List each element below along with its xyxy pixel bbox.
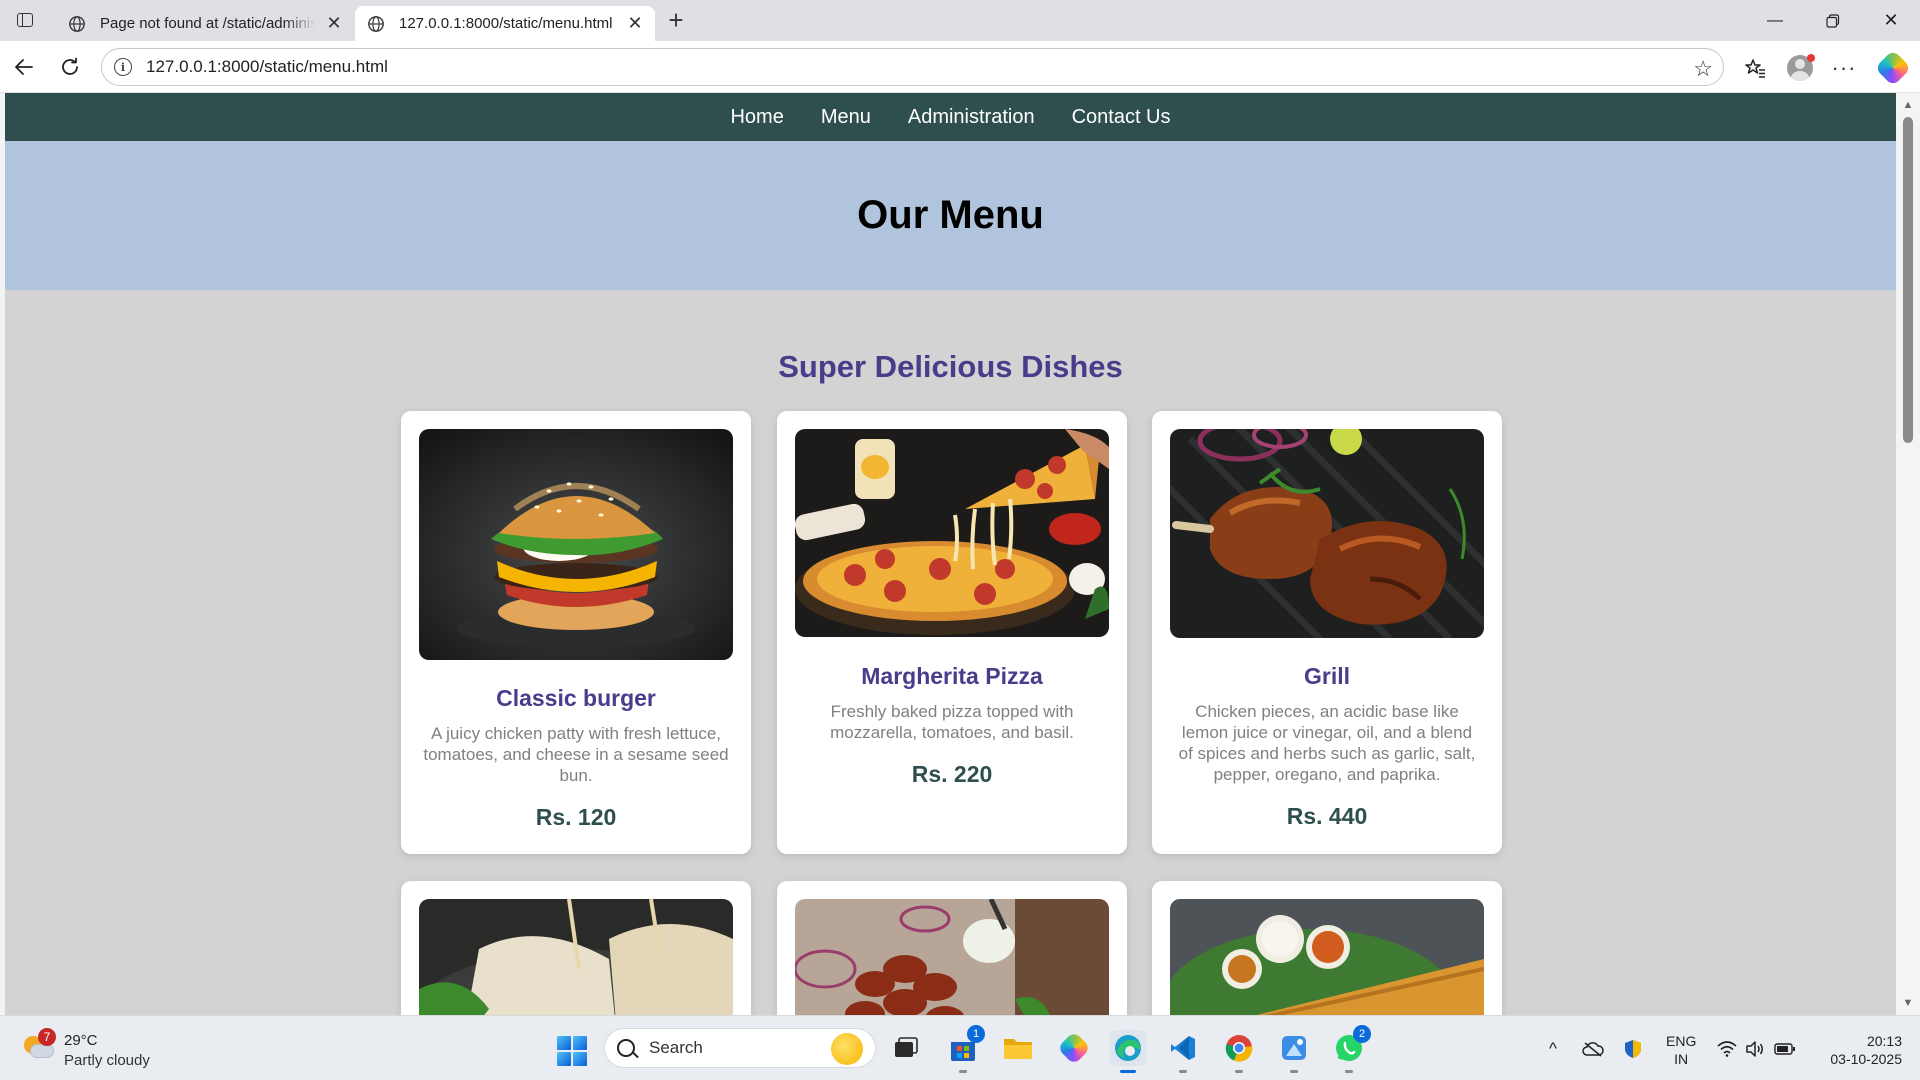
chrome-icon[interactable]: [1221, 1030, 1257, 1073]
clock-time: 20:13: [1866, 1033, 1902, 1049]
section-title: Super Delicious Dishes: [778, 349, 1123, 384]
weather-temperature: 29°C: [64, 1032, 98, 1049]
system-clock[interactable]: 20:13 03-10-2025: [1812, 1032, 1902, 1068]
restore-icon: [1826, 13, 1840, 28]
windows-taskbar: 7 29°C Partly cloudy Search 1 2 ^ ENG IN…: [0, 1015, 1920, 1080]
tab-bar: Page not found at /static/administration…: [0, 0, 1920, 41]
edge-browser-icon[interactable]: [1110, 1030, 1146, 1073]
site-navbar: Home Menu Administration Contact Us: [5, 93, 1896, 141]
nav-link-administration[interactable]: Administration: [908, 106, 1035, 129]
vscode-icon[interactable]: [1165, 1030, 1201, 1073]
clock-date: 03-10-2025: [1830, 1051, 1902, 1067]
page-title: Our Menu: [857, 193, 1044, 237]
scroll-up-icon[interactable]: ▲: [1902, 99, 1914, 111]
file-explorer-icon[interactable]: [1000, 1030, 1036, 1066]
dish-card-burger: Classic burger A juicy chicken patty wit…: [401, 411, 751, 854]
dish-description: Freshly baked pizza topped with mozzarel…: [830, 702, 1074, 742]
address-bar[interactable]: i 127.0.0.1:8000/static/menu.html ☆: [101, 48, 1724, 86]
tab-title: 127.0.0.1:8000/static/menu.html: [399, 15, 613, 32]
whatsapp-badge: 2: [1353, 1025, 1371, 1043]
dish-description: A juicy chicken patty with fresh lettuce…: [423, 724, 729, 785]
scroll-down-icon[interactable]: ▼: [1902, 997, 1914, 1009]
dish-price: Rs. 440: [1286, 803, 1368, 829]
taskbar-search[interactable]: Search: [604, 1028, 876, 1068]
start-button[interactable]: [557, 1036, 587, 1066]
search-placeholder: Search: [649, 1038, 703, 1057]
minimize-button[interactable]: —: [1747, 0, 1803, 41]
new-tab-button[interactable]: +: [662, 5, 690, 35]
dish-name: Grill: [1303, 663, 1350, 689]
reload-icon: [62, 57, 78, 75]
tab-page-not-found[interactable]: Page not found at /static/administration…: [56, 6, 354, 41]
globe-icon: [69, 15, 85, 32]
reload-button[interactable]: [54, 51, 86, 83]
pizza-photo: [795, 429, 1109, 637]
copilot-icon: [1874, 49, 1912, 87]
page-viewport: Home Menu Administration Contact Us Our …: [5, 93, 1896, 1015]
sidebar-toggle-icon[interactable]: [12, 9, 38, 31]
tab-menu[interactable]: 127.0.0.1:8000/static/menu.html ✕: [355, 6, 655, 41]
close-tab-icon[interactable]: ✕: [324, 13, 344, 34]
store-icon[interactable]: 1: [945, 1025, 985, 1073]
dish-card-pizza: Margherita Pizza Freshly baked pizza top…: [777, 411, 1127, 854]
burger-photo: [419, 429, 733, 660]
onedrive-cloud-icon[interactable]: [1582, 1038, 1604, 1060]
dish-name: Classic burger: [496, 685, 656, 711]
dish-card: [1152, 881, 1502, 1015]
scroll-thumb[interactable]: [1903, 117, 1913, 443]
dish-card: [401, 881, 751, 1015]
task-view-icon[interactable]: [888, 1030, 924, 1066]
dish-price: Rs. 120: [535, 804, 617, 830]
nav-link-home[interactable]: Home: [730, 106, 783, 129]
close-window-button[interactable]: ✕: [1863, 0, 1919, 41]
show-hidden-icons-chevron-up-icon[interactable]: ^: [1542, 1038, 1564, 1060]
dish-description: Chicken pieces, an acidic base like lemo…: [1178, 702, 1476, 784]
wifi-icon[interactable]: [1716, 1038, 1738, 1060]
url-text: 127.0.0.1:8000/static/menu.html: [146, 57, 388, 76]
kebab-photo: [795, 899, 1109, 1015]
weather-badge: 7: [38, 1028, 56, 1046]
copilot-button[interactable]: [1874, 49, 1912, 87]
tab-title: Page not found at /static/administration…: [100, 15, 316, 32]
copilot-app-icon[interactable]: [1056, 1030, 1092, 1066]
dish-card-grill: Grill Chicken pieces, an acidic base lik…: [1152, 411, 1502, 854]
input-language[interactable]: ENG IN: [1666, 1032, 1696, 1068]
grilled-chicken-photo: [1170, 429, 1484, 638]
globe-icon: [368, 15, 384, 32]
store-badge: 1: [967, 1025, 985, 1043]
dosa-photo: [1170, 899, 1484, 1015]
more-options-icon[interactable]: ···: [1827, 51, 1861, 85]
hero-banner: Our Menu: [5, 141, 1896, 290]
site-info-icon[interactable]: i: [114, 58, 132, 76]
wrap-photo: [419, 899, 733, 1015]
volume-icon[interactable]: [1744, 1038, 1766, 1060]
battery-icon[interactable]: [1774, 1038, 1796, 1060]
close-tab-icon[interactable]: ✕: [625, 13, 645, 34]
favorites-icon[interactable]: [1738, 51, 1772, 85]
page-scrollbar[interactable]: ▲ ▼: [1896, 93, 1920, 1015]
restore-button[interactable]: [1805, 0, 1861, 41]
weather-condition: Partly cloudy: [64, 1052, 150, 1069]
nav-link-menu[interactable]: Menu: [821, 106, 871, 129]
dish-card: [777, 881, 1127, 1015]
dish-name: Margherita Pizza: [861, 663, 1043, 689]
back-arrow-icon: [15, 59, 33, 75]
dish-price: Rs. 220: [911, 761, 993, 787]
search-highlight-icon: [831, 1033, 863, 1065]
profile-button[interactable]: [1783, 51, 1817, 85]
whatsapp-icon[interactable]: 2: [1331, 1025, 1371, 1073]
nav-link-contact[interactable]: Contact Us: [1072, 106, 1171, 129]
paint-icon[interactable]: [1276, 1030, 1312, 1073]
weather-widget[interactable]: 7 29°C Partly cloudy: [22, 1028, 222, 1070]
browser-toolbar: i 127.0.0.1:8000/static/menu.html ☆ ···: [0, 41, 1920, 93]
security-shield-icon[interactable]: [1622, 1038, 1644, 1060]
search-icon: [617, 1039, 635, 1057]
favorite-star-icon[interactable]: ☆: [1693, 56, 1713, 82]
back-button[interactable]: [8, 51, 40, 83]
notification-dot: [1807, 54, 1815, 62]
